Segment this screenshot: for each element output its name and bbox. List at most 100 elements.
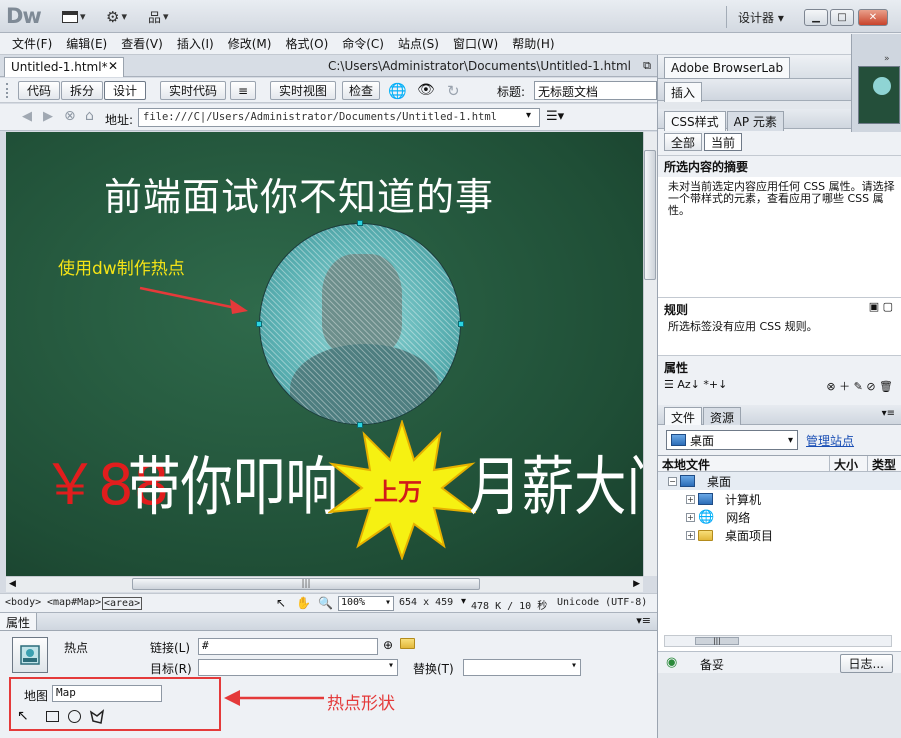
split-view-button[interactable]: 拆分: [61, 81, 103, 100]
size-dropdown-icon[interactable]: ▾: [461, 596, 466, 607]
maximize-button[interactable]: □: [830, 9, 854, 26]
summary-title: 所选内容的摘要: [658, 156, 901, 177]
site-tree-icon[interactable]: 品 ▾: [148, 8, 169, 26]
all-mode-button[interactable]: 全部: [664, 133, 703, 151]
log-button[interactable]: 日志...: [839, 654, 893, 673]
live-code-button[interactable]: 实时代码: [160, 81, 226, 100]
expand-icon[interactable]: +: [686, 494, 695, 504]
css-properties-title: 属性: [664, 361, 689, 375]
expand-panel-icon[interactable]: »: [884, 54, 890, 64]
menu-modify[interactable]: 修改(M): [222, 35, 280, 52]
status-globe-icon: ◉: [666, 655, 678, 670]
circle-hotspot[interactable]: [259, 223, 461, 425]
link-input[interactable]: #: [198, 638, 378, 655]
minimize-button[interactable]: ▁: [804, 9, 828, 26]
col-local-files[interactable]: 本地文件: [658, 456, 830, 472]
scroll-right-icon[interactable]: ▶: [633, 579, 640, 589]
collapse-icon[interactable]: −: [668, 476, 677, 486]
properties-header[interactable]: 属性 ▾≡: [0, 613, 657, 631]
stop-icon[interactable]: ⊗: [64, 108, 76, 124]
address-dropdown-icon[interactable]: ▾: [526, 110, 531, 121]
design-canvas[interactable]: 前端面试你不知道的事 使用dw制作热点 ￥88 带你叩响 上万 月薪大门: [6, 132, 643, 576]
assets-tab[interactable]: 资源: [703, 407, 742, 427]
panel-menu-icon[interactable]: ▾≡: [636, 614, 651, 627]
current-mode-button[interactable]: 当前: [704, 133, 743, 151]
restore-doc-icon[interactable]: ⧉: [643, 59, 651, 73]
window-size[interactable]: 654 x 459: [399, 597, 453, 608]
tag-body[interactable]: <body>: [5, 597, 41, 608]
resize-handle-left[interactable]: [256, 321, 262, 327]
preview-icon[interactable]: 👁: [417, 82, 435, 98]
title-input[interactable]: 无标题文档: [534, 81, 657, 100]
document-tab[interactable]: Untitled-1.html* ✕: [4, 57, 124, 77]
app-logo: Dw: [6, 4, 42, 28]
menu-help[interactable]: 帮助(H): [506, 35, 562, 52]
hand-tool-icon[interactable]: ✋: [296, 596, 311, 610]
workspace-switcher[interactable]: 设计器 ▾: [738, 9, 784, 26]
pointer-tool-icon[interactable]: ↖: [276, 596, 286, 610]
point-to-file-icon[interactable]: ⊕: [383, 638, 393, 652]
file-tree-scroll-thumb[interactable]: |||: [695, 637, 739, 645]
home-icon[interactable]: ⌂: [85, 108, 94, 124]
vertical-scroll-thumb[interactable]: [644, 150, 656, 280]
network-icon: 🌐: [698, 509, 715, 525]
zoom-tool-icon[interactable]: 🔍: [318, 596, 333, 610]
expand-icon[interactable]: +: [686, 512, 695, 522]
ap-elements-tab[interactable]: AP 元素: [726, 111, 784, 131]
options-icon[interactable]: ☰▾: [546, 109, 564, 124]
zoom-select[interactable]: 100% ▾: [338, 596, 394, 611]
gear-icon[interactable]: ⚙ ▾: [106, 8, 127, 26]
browse-folder-icon[interactable]: [400, 638, 415, 652]
tree-item-desktop[interactable]: − 桌面: [658, 472, 901, 490]
target-label: 目标(R): [150, 662, 192, 676]
globe-icon[interactable]: 🌐: [388, 82, 407, 100]
horizontal-scroll-thumb[interactable]: |||: [132, 578, 480, 590]
menu-edit[interactable]: 编辑(E): [60, 35, 115, 52]
scroll-left-icon[interactable]: ◀: [9, 579, 16, 589]
file-tree-hscroll[interactable]: |||: [664, 635, 892, 647]
tree-item-network[interactable]: + 🌐 网络: [658, 508, 901, 526]
resize-handle-right[interactable]: [458, 321, 464, 327]
hotspot-overlay: [260, 224, 460, 424]
tree-item-desktop-items[interactable]: + 桌面项目: [658, 526, 901, 544]
forward-icon[interactable]: ▶: [43, 109, 53, 124]
inspect-markup-icon[interactable]: ≡: [230, 81, 256, 100]
address-bar: ◀ ▶ ⊗ ⌂ 地址: file:///C|/Users/Administrat…: [0, 104, 657, 131]
insert-tab[interactable]: 插入: [664, 82, 703, 102]
col-type[interactable]: 类型: [868, 456, 896, 472]
properties-tab[interactable]: 属性: [0, 613, 38, 630]
back-icon[interactable]: ◀: [22, 109, 32, 124]
menu-file[interactable]: 文件(F): [6, 35, 60, 52]
css-actions-icons[interactable]: ⊗ ＋ ✎ ⊘ 🗑: [826, 378, 893, 394]
layout-menu-icon[interactable]: ▾: [62, 8, 86, 25]
alt-select[interactable]: ▾: [463, 659, 581, 676]
menu-insert[interactable]: 插入(I): [171, 35, 222, 52]
tag-map[interactable]: <map#Map>: [47, 597, 101, 608]
close-tab-icon[interactable]: ✕: [108, 59, 118, 73]
refresh-icon[interactable]: ↻: [447, 82, 460, 100]
address-input[interactable]: file:///C|/Users/Administrator/Documents…: [138, 108, 540, 127]
menu-format[interactable]: 格式(O): [279, 35, 336, 52]
menu-view[interactable]: 查看(V): [115, 35, 171, 52]
live-view-button[interactable]: 实时视图: [270, 81, 336, 100]
menu-window[interactable]: 窗口(W): [447, 35, 506, 52]
site-select[interactable]: 桌面 ▾: [666, 430, 798, 450]
col-size[interactable]: 大小: [830, 456, 868, 472]
close-button[interactable]: ✕: [858, 9, 888, 26]
manage-sites-link[interactable]: 管理站点: [806, 432, 854, 449]
menu-commands[interactable]: 命令(C): [336, 35, 392, 52]
tree-item-computer[interactable]: + 计算机: [658, 490, 901, 508]
design-view-button[interactable]: 设计: [104, 81, 146, 100]
rules-view-icon[interactable]: ▣ ▢: [869, 300, 893, 313]
css-styles-tab[interactable]: CSS样式: [664, 111, 726, 131]
menu-site[interactable]: 站点(S): [392, 35, 447, 52]
files-panel-menu-icon[interactable]: ▾≡: [882, 408, 895, 419]
inspect-button[interactable]: 检查: [342, 81, 380, 100]
expand-icon[interactable]: +: [686, 530, 695, 540]
tag-area[interactable]: <area>: [102, 597, 143, 610]
code-view-button[interactable]: 代码: [18, 81, 60, 100]
target-select[interactable]: ▾: [198, 659, 398, 676]
files-tab[interactable]: 文件: [664, 407, 703, 427]
resize-handle-top[interactable]: [357, 220, 363, 226]
browserlab-tab[interactable]: Adobe BrowserLab: [664, 57, 791, 79]
